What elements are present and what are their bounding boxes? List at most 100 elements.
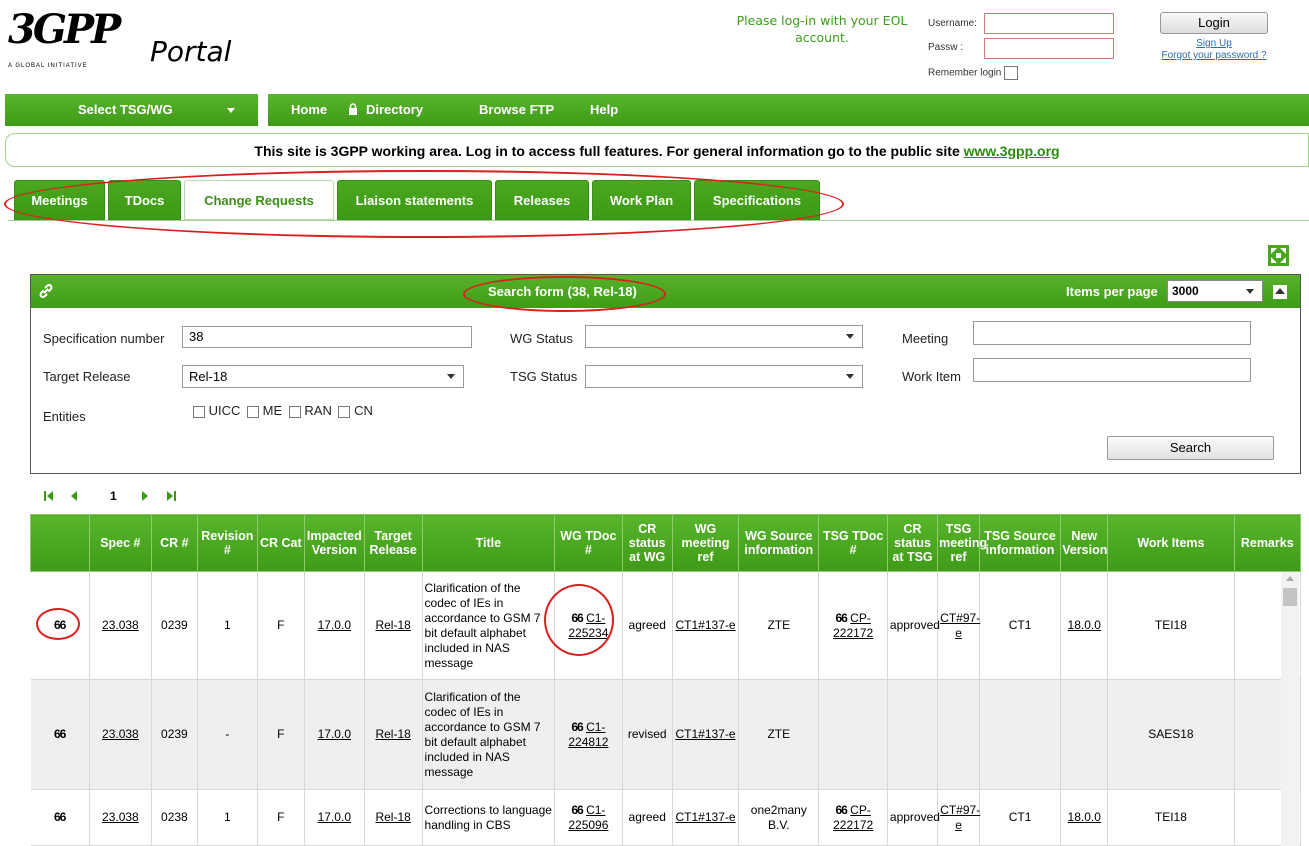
col-header-cr-status-tsg[interactable]: CR status at TSG [886, 514, 939, 572]
nav-home[interactable]: Home [291, 94, 327, 126]
glasses-icon[interactable]: 66 [54, 618, 66, 632]
username-input[interactable] [984, 13, 1114, 34]
impacted-version-link[interactable]: 17.0.0 [318, 810, 351, 824]
nav-help[interactable]: Help [590, 94, 618, 126]
tab-releases[interactable]: Releases [495, 180, 589, 220]
wg-status-select[interactable] [585, 325, 863, 348]
tab-meetings[interactable]: Meetings [14, 180, 105, 220]
wg-meeting-link[interactable]: CT1#137-e [676, 618, 736, 632]
col-header-tsg-source[interactable]: TSG Source information [978, 514, 1062, 572]
items-per-page-select[interactable]: 3000 [1167, 280, 1263, 302]
logo-3gpp[interactable]: 3GPP [8, 10, 121, 50]
wg-status: agreed [622, 789, 673, 846]
wg-meeting-link[interactable]: CT1#137-e [676, 727, 736, 741]
nav-directory[interactable]: Directory [348, 94, 423, 126]
entity-cn-checkbox[interactable] [338, 405, 351, 418]
col-header-tsg-tdoc[interactable]: TSG TDoc # [818, 514, 888, 572]
first-page-icon[interactable] [44, 490, 54, 502]
col-header-target-release[interactable]: Target Release [363, 514, 423, 572]
tsg-meeting-link[interactable]: CT#97-e [940, 803, 980, 832]
work-item-input[interactable] [973, 358, 1251, 382]
expand-icon[interactable] [1268, 245, 1289, 266]
remember-login-checkbox[interactable] [1004, 66, 1019, 80]
eol-login-message: Please log-in with your EOL account. [736, 13, 908, 45]
spec-link[interactable]: 23.038 [102, 727, 139, 741]
search-button[interactable]: Search [1107, 436, 1274, 460]
search-form-title[interactable]: Search form (38, Rel-18) [488, 275, 637, 308]
target-release-select[interactable]: Rel-18 [182, 365, 464, 388]
tab-tdocs[interactable]: TDocs [108, 180, 181, 220]
glasses-icon[interactable]: 66 [571, 803, 583, 817]
entity-me-checkbox[interactable] [247, 405, 260, 418]
col-header-cr-status-wg[interactable]: CR status at WG [621, 514, 673, 572]
col-header-tsg-meeting[interactable]: TSG meeting ref [937, 514, 987, 572]
tsg-status-select[interactable] [585, 365, 863, 388]
col-header-wg-meeting[interactable]: WG meeting ref [671, 514, 740, 572]
cr-title: Corrections to language handling in CBS [422, 789, 556, 846]
glasses-icon[interactable]: 66 [54, 727, 66, 741]
tab-change-requests[interactable]: Change Requests [184, 180, 334, 220]
forgot-password-link[interactable]: Forgot your password ? [1150, 50, 1278, 62]
table-header-row: Spec # CR # Revision # CR Cat Impacted V… [30, 514, 1302, 572]
col-header-spec[interactable]: Spec # [88, 514, 152, 572]
spec-link[interactable]: 23.038 [102, 618, 139, 632]
view-cell: 66 [30, 679, 90, 790]
portal-logo: Portal [150, 35, 232, 68]
revision: 1 [197, 571, 258, 680]
wg-meeting-link[interactable]: CT1#137-e [676, 810, 736, 824]
col-header-impacted-version[interactable]: Impacted Version [303, 514, 365, 572]
search-panel-header: Search form (38, Rel-18) Items per page … [31, 275, 1300, 308]
col-header-revision[interactable]: Revision # [196, 514, 258, 572]
col-header-cr[interactable]: CR # [150, 514, 198, 572]
impacted-version-link[interactable]: 17.0.0 [318, 727, 351, 741]
entities-checkboxes: UICC ME RAN CN [193, 403, 373, 419]
new-version-link[interactable]: 18.0.0 [1068, 618, 1101, 632]
table-scrollbar[interactable] [1281, 572, 1299, 846]
col-header-wg-source[interactable]: WG Source information [738, 514, 820, 572]
current-page[interactable]: 1 [110, 489, 117, 504]
col-header-wg-tdoc[interactable]: WG TDoc # [554, 514, 623, 572]
new-version-link[interactable]: 18.0.0 [1068, 810, 1101, 824]
col-header-cr-cat[interactable]: CR Cat [256, 514, 305, 572]
select-tsg-dropdown[interactable]: Select TSG/WG [5, 94, 258, 126]
col-header-remarks[interactable]: Remarks [1233, 514, 1302, 572]
tab-work-plan[interactable]: Work Plan [592, 180, 691, 220]
scroll-up-icon[interactable] [1286, 576, 1294, 581]
signup-link[interactable]: Sign Up [1150, 38, 1278, 50]
next-page-icon[interactable] [141, 490, 149, 502]
col-header-title[interactable]: Title [421, 514, 556, 572]
scrollbar-thumb[interactable] [1283, 588, 1297, 606]
glasses-icon[interactable]: 66 [835, 611, 847, 625]
password-input[interactable] [984, 38, 1114, 59]
tsg-meeting [937, 679, 980, 790]
tsg-source: CT1 [979, 571, 1062, 680]
col-header-work-items[interactable]: Work Items [1107, 514, 1235, 572]
glasses-icon[interactable]: 66 [835, 803, 847, 817]
tsg-meeting-link[interactable]: CT#97-e [940, 611, 980, 640]
spec-number-input[interactable]: 38 [182, 326, 472, 348]
entity-uicc-checkbox[interactable] [193, 405, 205, 418]
last-page-icon[interactable] [166, 490, 176, 502]
spec-link[interactable]: 23.038 [102, 810, 139, 824]
tab-liaison-statements[interactable]: Liaison statements [337, 180, 492, 220]
glasses-icon[interactable]: 66 [571, 611, 583, 625]
entity-ran-checkbox[interactable] [288, 405, 301, 418]
target-release-link[interactable]: Rel-18 [375, 618, 410, 632]
login-button[interactable]: Login [1160, 12, 1268, 34]
glasses-icon[interactable]: 66 [54, 810, 66, 824]
cr-results-table: Spec # CR # Revision # CR Cat Impacted V… [30, 514, 1302, 846]
wg-source: ZTE [738, 571, 820, 680]
tab-specifications[interactable]: Specifications [694, 180, 820, 220]
glasses-icon[interactable]: 66 [571, 720, 583, 734]
target-release-link[interactable]: Rel-18 [375, 727, 410, 741]
nav-browse-ftp[interactable]: Browse FTP [479, 94, 554, 126]
work-items: TEI18 [1107, 789, 1235, 846]
link-icon[interactable] [37, 282, 55, 300]
collapse-icon[interactable] [1273, 285, 1287, 299]
impacted-version-link[interactable]: 17.0.0 [318, 618, 351, 632]
prev-page-icon[interactable] [70, 490, 78, 502]
target-release-link[interactable]: Rel-18 [375, 810, 410, 824]
meeting-input[interactable] [973, 321, 1251, 345]
col-header-new-version[interactable]: New Version [1060, 514, 1109, 572]
public-site-link[interactable]: www.3gpp.org [964, 143, 1060, 159]
